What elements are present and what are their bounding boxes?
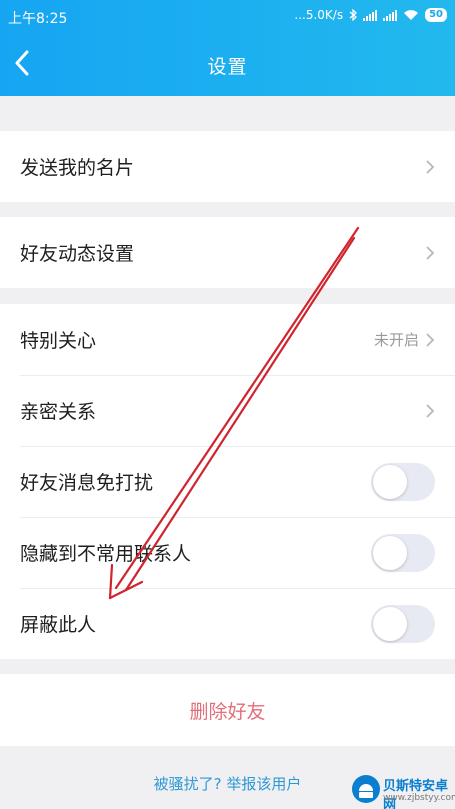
row-label: 好友动态设置 <box>20 243 135 265</box>
chevron-right-icon <box>426 159 435 174</box>
page-title: 设置 <box>207 56 248 78</box>
toggle-knob <box>373 464 407 499</box>
block-person-toggle[interactable] <box>371 604 435 643</box>
row-label: 亲密关系 <box>20 401 97 423</box>
watermark-logo: 贝斯特安卓网 www.zjbstyy.com <box>351 774 455 809</box>
watermark-url: www.zjbstyy.com <box>383 793 455 803</box>
row-send-my-card[interactable]: 发送我的名片 <box>0 131 455 202</box>
row-intimate-relation[interactable]: 亲密关系 <box>0 375 455 446</box>
toggle-knob <box>373 535 407 570</box>
network-speed: ...5.0K/s <box>294 8 344 22</box>
title-bar: 上午8:25 ...5.0K/s 50 设置 <box>0 0 455 96</box>
android-logo-icon <box>352 775 380 803</box>
hide-contact-toggle[interactable] <box>371 533 435 572</box>
row-label: 隐藏到不常用联系人 <box>20 543 192 565</box>
chevron-right-icon <box>426 403 435 418</box>
chevron-right-icon <box>426 245 435 260</box>
row-label: 发送我的名片 <box>20 157 135 179</box>
status-bar: 上午8:25 ...5.0K/s 50 <box>0 0 455 34</box>
bluetooth-icon <box>349 9 358 21</box>
section-business-card: 发送我的名片 <box>0 131 455 202</box>
toggle-knob <box>373 606 407 641</box>
do-not-disturb-toggle[interactable] <box>371 462 435 501</box>
wifi-icon <box>404 10 419 20</box>
section-moments: 好友动态设置 <box>0 217 455 288</box>
signal-icon-2 <box>383 9 398 21</box>
signal-icon <box>363 9 378 21</box>
watermark-name: 贝斯特安卓网 <box>383 779 449 809</box>
row-do-not-disturb: 好友消息免打扰 <box>0 446 455 517</box>
row-label: 屏蔽此人 <box>20 614 97 636</box>
delete-friend-button[interactable]: 删除好友 <box>0 674 455 746</box>
row-hide-to-infrequent: 隐藏到不常用联系人 <box>0 517 455 588</box>
row-special-care[interactable]: 特别关心 未开启 <box>0 304 455 375</box>
status-time: 上午8:25 <box>8 11 68 27</box>
special-care-status: 未开启 <box>373 331 419 349</box>
chevron-right-icon <box>426 332 435 347</box>
status-indicators: ...5.0K/s 50 <box>294 8 447 22</box>
battery-icon: 50 <box>425 8 447 22</box>
row-friend-moments-settings[interactable]: 好友动态设置 <box>0 217 455 288</box>
row-label: 好友消息免打扰 <box>20 472 154 494</box>
section-relationship: 特别关心 未开启 亲密关系 好友消息免打扰 隐藏到不常用联系人 屏蔽此人 <box>0 304 455 659</box>
row-label: 特别关心 <box>20 330 97 352</box>
row-block-person: 屏蔽此人 <box>0 588 455 659</box>
